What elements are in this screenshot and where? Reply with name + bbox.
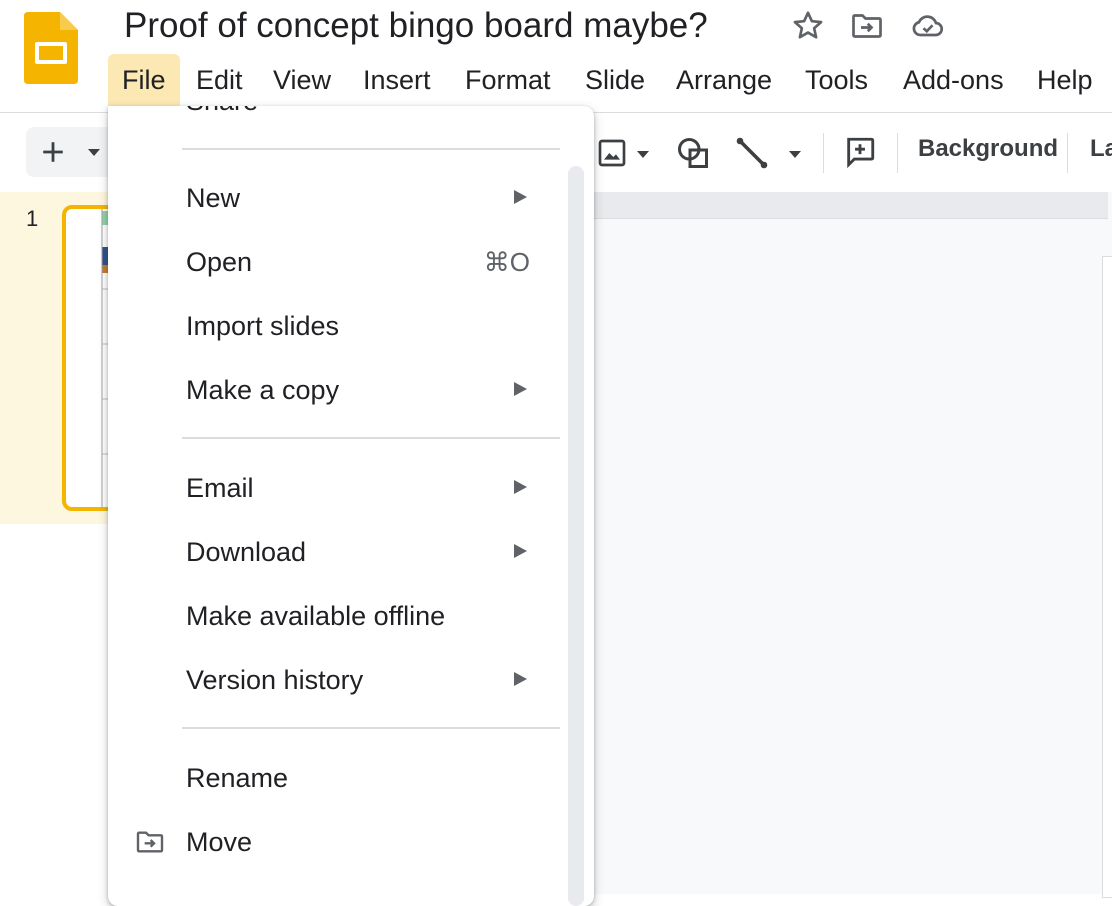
new-slide-button[interactable] xyxy=(26,127,116,177)
menu-item-new[interactable]: New xyxy=(108,168,594,228)
menu-item-label: Make available offline xyxy=(186,601,446,631)
menu-separator xyxy=(182,148,560,150)
menu-item-label: Open xyxy=(186,247,253,277)
submenu-arrow-icon xyxy=(514,480,527,494)
keyboard-shortcut: ⌘O xyxy=(483,247,530,277)
add-icon xyxy=(43,142,63,162)
menu-view[interactable]: View xyxy=(259,54,345,106)
menu-format[interactable]: Format xyxy=(451,54,565,106)
menu-item-label: Move xyxy=(186,827,253,857)
move-folder-icon[interactable] xyxy=(849,8,885,44)
menu-item-label: Rename xyxy=(186,763,289,793)
menu-item-import-slides[interactable]: Import slides xyxy=(108,296,594,356)
menu-item-share-cut[interactable]: Share xyxy=(186,106,258,116)
cloud-saved-icon[interactable] xyxy=(910,8,946,44)
menu-add-ons[interactable]: Add-ons xyxy=(889,54,1018,106)
submenu-arrow-icon xyxy=(514,382,527,396)
line-dropdown-icon[interactable] xyxy=(786,147,804,161)
shape-icon[interactable] xyxy=(675,135,711,171)
toolbar-divider xyxy=(823,133,824,173)
menu-item-move[interactable]: Move xyxy=(108,812,594,872)
menu-file[interactable]: File xyxy=(108,54,180,106)
menu-item-make-available-offline[interactable]: Make available offline xyxy=(108,586,594,646)
menu-slide[interactable]: Slide xyxy=(571,54,659,106)
menu-help[interactable]: Help xyxy=(1023,54,1107,106)
slide-number: 1 xyxy=(26,206,39,231)
toolbar-divider xyxy=(897,133,898,173)
image-icon[interactable] xyxy=(596,137,628,169)
header: Proof of concept bingo board maybe? File… xyxy=(0,0,1112,113)
menu-item-make-a-copy[interactable]: Make a copy xyxy=(108,360,594,420)
document-title[interactable]: Proof of concept bingo board maybe? xyxy=(124,4,708,48)
menu-arrange[interactable]: Arrange xyxy=(662,54,786,106)
slide-page[interactable] xyxy=(1102,256,1112,898)
menu-item-version-history[interactable]: Version history xyxy=(108,650,594,710)
layout-button[interactable]: La xyxy=(1090,135,1112,163)
menu-item-label: Make a copy xyxy=(186,375,340,405)
menu-item-download[interactable]: Download xyxy=(108,522,594,582)
menu-separator xyxy=(182,437,560,439)
dropdown-icon[interactable] xyxy=(86,145,102,159)
submenu-arrow-icon xyxy=(514,190,527,204)
menu-tools[interactable]: Tools xyxy=(791,54,882,106)
menu-item-rename[interactable]: Rename xyxy=(108,748,594,808)
image-dropdown-icon[interactable] xyxy=(634,147,652,161)
menu-item-email[interactable]: Email xyxy=(108,458,594,518)
star-icon[interactable] xyxy=(790,8,826,44)
submenu-arrow-icon xyxy=(514,544,527,558)
comment-icon[interactable] xyxy=(843,135,877,169)
line-icon[interactable] xyxy=(734,135,770,171)
submenu-arrow-icon xyxy=(514,672,527,686)
toolbar-divider xyxy=(1067,133,1068,173)
menu-item-label: Email xyxy=(186,473,254,503)
menu-item-open[interactable]: Open ⌘O xyxy=(108,232,594,292)
menu-item-label: Version history xyxy=(186,665,364,695)
menu-separator xyxy=(182,727,560,729)
menu-item-label: Download xyxy=(186,537,307,567)
background-button[interactable]: Background xyxy=(918,135,1058,163)
menu-scrollbar[interactable] xyxy=(568,166,584,906)
file-menu-dropdown: Share New Open ⌘O Import slides Make a c… xyxy=(108,106,594,906)
menu-edit[interactable]: Edit xyxy=(182,54,257,106)
slides-logo-icon[interactable] xyxy=(24,12,78,84)
menu-insert[interactable]: Insert xyxy=(349,54,445,106)
move-folder-icon xyxy=(136,831,164,853)
menu-item-label: Import slides xyxy=(186,311,340,341)
menu-item-label: New xyxy=(186,183,241,213)
